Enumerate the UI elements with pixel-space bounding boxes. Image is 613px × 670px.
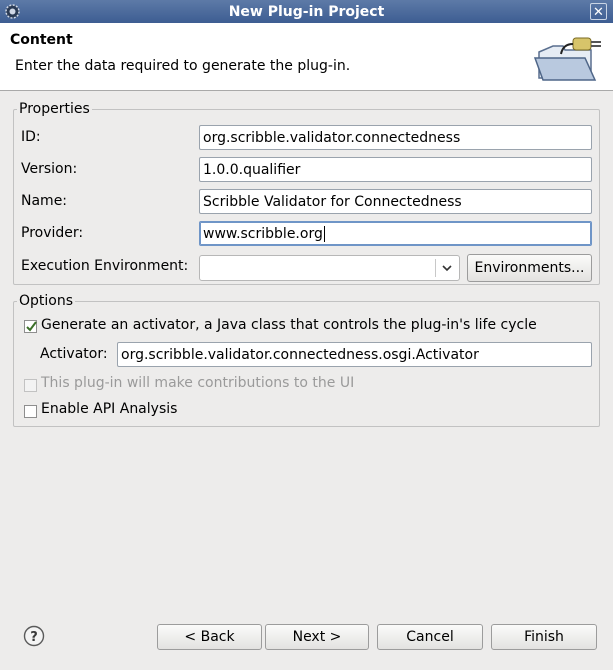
page-title: Content — [10, 32, 73, 48]
id-field[interactable]: org.scribble.validator.connectedness — [199, 125, 592, 150]
close-button[interactable]: ✕ — [590, 3, 607, 20]
exec-env-label: Execution Environment: — [21, 258, 189, 274]
next-button[interactable]: Next > — [265, 624, 369, 650]
name-field[interactable]: Scribble Validator for Connectedness — [199, 189, 592, 214]
combo-separator — [435, 259, 436, 277]
help-glyph: ? — [30, 630, 38, 645]
environments-button[interactable]: Environments... — [467, 254, 592, 282]
plugin-folder-icon — [533, 37, 601, 81]
version-field[interactable]: 1.0.0.qualifier — [199, 157, 592, 182]
id-label: ID: — [21, 129, 41, 145]
version-label: Version: — [21, 161, 78, 177]
eclipse-gear-icon[interactable] — [4, 3, 21, 20]
options-legend: Options — [19, 293, 74, 309]
back-button[interactable]: < Back — [157, 624, 262, 650]
api-analysis-checkbox[interactable] — [24, 405, 37, 418]
provider-value: www.scribble.org — [203, 225, 323, 242]
ui-contributions-label: This plug-in will make contributions to … — [41, 375, 355, 391]
generate-activator-checkbox[interactable] — [24, 320, 37, 333]
activator-field[interactable]: org.scribble.validator.connectedness.osg… — [117, 342, 592, 367]
chevron-down-icon[interactable] — [441, 261, 453, 275]
properties-legend: Properties — [19, 101, 90, 117]
provider-label: Provider: — [21, 225, 84, 241]
help-icon[interactable]: ? — [23, 625, 45, 647]
api-analysis-label[interactable]: Enable API Analysis — [41, 401, 177, 417]
ui-contributions-checkbox[interactable] — [24, 379, 37, 392]
provider-field[interactable]: www.scribble.org — [199, 221, 592, 246]
finish-button[interactable]: Finish — [491, 624, 597, 650]
title-bar: New Plug-in Project ✕ — [0, 0, 613, 23]
wizard-header: Content Enter the data required to gener… — [0, 23, 613, 91]
page-description: Enter the data required to generate the … — [15, 58, 351, 74]
cancel-button[interactable]: Cancel — [377, 624, 483, 650]
activator-label: Activator: — [40, 346, 108, 362]
generate-activator-label[interactable]: Generate an activator, a Java class that… — [41, 317, 537, 333]
exec-env-combo[interactable] — [199, 255, 460, 281]
text-cursor — [323, 225, 325, 242]
name-label: Name: — [21, 193, 68, 209]
window-title: New Plug-in Project — [228, 3, 385, 20]
checkmark-icon — [26, 321, 37, 332]
